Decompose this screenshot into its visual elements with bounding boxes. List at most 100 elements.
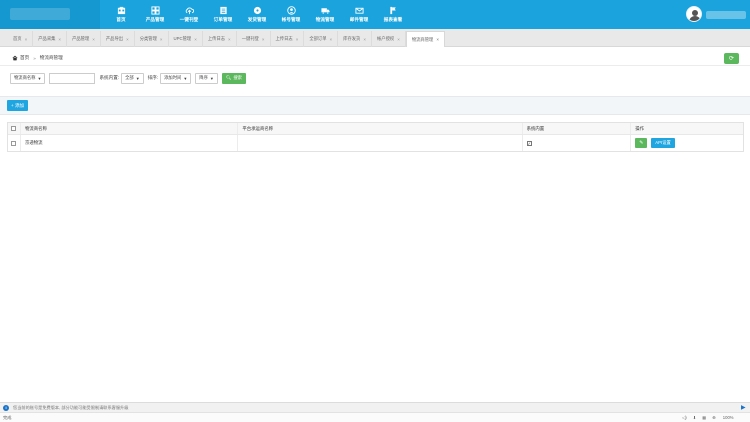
tab-label: UPC管理 [173,36,192,41]
tab-one-click-publish[interactable]: 一键刊登 × [237,31,271,47]
close-icon[interactable]: × [92,37,95,42]
sound-icon[interactable]: ◁) [682,415,687,420]
nav-label: 订单管理 [213,17,233,22]
user-circle-icon [286,6,296,15]
tab-product-collect[interactable]: 产品采集 × [33,31,68,47]
truck-icon [320,8,330,15]
logo [0,0,100,29]
close-icon[interactable]: × [363,37,366,42]
nav-item-mail[interactable]: 邮件管理 [342,0,376,29]
nav-item-products[interactable]: 产品管理 [138,0,172,29]
column-header: 操作 [635,125,645,131]
tab-stock-shipping[interactable]: 库存发货 × [338,31,372,47]
download-icon[interactable]: ⬇ [693,415,697,420]
row-checkbox-cell [8,135,21,151]
builtin-cell: ✓ [523,135,632,151]
tab-upload-log-2[interactable]: 上传日志 × [271,31,305,47]
main-nav: 首页 产品管理 一键刊登 订单管理 发货管理 帐号管理 物流管理 邮件管理 报表… [104,0,410,29]
grid-icon[interactable]: ▦ [702,415,706,420]
close-icon[interactable]: × [262,37,265,42]
nav-item-home[interactable]: 首页 [104,0,138,29]
tab-all-orders[interactable]: 全部订单 × [304,31,339,47]
tab-product-manage[interactable]: 产品管理 × [67,31,101,47]
tab-label: 物流商管理 [411,36,434,42]
carrier-name-cell: 京递物流 [21,135,239,151]
select-all-checkbox[interactable] [11,126,17,131]
user-name[interactable] [706,11,746,19]
tab-bar: 首页 × 产品采集 × 产品管理 × 产品导出 × 分类管理 × UPC管理 × 上传日志 ×… [0,29,750,47]
refresh-icon: ⟳ [728,56,735,62]
tab-home[interactable]: 首页 × [8,31,34,47]
breadcrumb-current: 物流商管理 [39,55,63,60]
tab-label: 首页 [13,36,22,41]
edit-button[interactable]: ✎ [635,138,648,148]
builtin-label: 系统内置: [99,75,120,80]
close-icon[interactable]: × [58,37,61,42]
nav-item-accounts[interactable]: 帐号管理 [274,0,308,29]
report-icon [389,6,396,15]
search-button-label: 搜索 [233,75,242,80]
avatar-body-shape [689,16,701,21]
table-header: 物流商名称 平台承运商名称 系统内置 操作 [8,123,743,135]
tab-upc[interactable]: UPC管理 × [169,31,203,47]
nav-item-publish[interactable]: 一键刊登 [172,0,206,29]
actions-cell: ✎ API设置 [631,135,743,151]
tab-logistics-manage[interactable]: 物流商管理 × [405,31,445,47]
toolbar: + 添加 [0,96,750,115]
tab-label: 分类管理 [139,36,157,41]
chevron-down-icon: ▼ [209,75,214,81]
header-checkbox-cell [8,123,21,134]
tab-upload-log[interactable]: 上传日志 × [203,31,237,47]
home-icon [12,55,18,61]
zoom-indicator[interactable]: ⊕ 100% [712,415,739,420]
mail-icon [354,7,364,14]
breadcrumb-trail: 首页 » 物流商管理 [12,55,63,61]
close-icon[interactable]: × [228,37,231,42]
chevron-down-icon: ▼ [183,75,188,81]
column-header: 系统内置 [523,123,632,134]
tab-label: 库存发货 [343,36,361,41]
nav-label: 报表查看 [383,17,403,22]
tab-product-export[interactable]: 产品导出 × [101,31,135,47]
builtin-select[interactable]: 全部 ▼ [121,72,144,84]
tab-label: 产品管理 [72,36,90,41]
close-icon[interactable]: × [436,37,439,42]
close-icon[interactable]: × [25,37,28,42]
row-checkbox[interactable] [11,140,17,146]
avatar[interactable] [686,6,702,22]
pencil-icon: ✎ [639,140,644,146]
search-input[interactable] [49,72,96,84]
close-icon[interactable]: × [160,37,163,42]
close-icon[interactable]: × [126,37,129,42]
chevron-down-icon: ▼ [135,75,140,81]
close-icon[interactable]: × [296,37,299,42]
close-icon[interactable]: × [194,37,197,42]
api-settings-button[interactable]: API设置 [651,138,675,148]
builtin-checked-icon: ✓ [526,140,532,146]
breadcrumb-home[interactable]: 首页 [20,55,29,61]
nav-label: 首页 [116,17,126,22]
chevron-down-icon: ▼ [37,75,42,81]
tab-account-auth[interactable]: 帐户授权 × [372,31,406,47]
nav-item-shipping[interactable]: 发货管理 [240,0,274,29]
order-select[interactable]: 降序 ▼ [195,72,218,84]
nav-item-orders[interactable]: 订单管理 [206,0,240,29]
nav-label: 帐号管理 [281,17,301,22]
nav-item-logistics[interactable]: 物流管理 [308,0,342,29]
nav-item-reports[interactable]: 报表查看 [376,0,410,29]
search-button[interactable]: 🔍︎ 搜索 [221,72,246,84]
home-icon [117,6,125,15]
order-select-value: 降序 [199,75,208,80]
disc-icon [253,6,261,15]
refresh-button[interactable]: ⟳ [724,53,739,64]
close-icon[interactable]: × [397,37,400,42]
close-icon[interactable]: × [330,37,333,42]
logo-image [10,8,70,20]
add-button[interactable]: + 添加 [7,100,29,111]
tab-category[interactable]: 分类管理 × [135,31,169,47]
nav-label: 产品管理 [145,17,165,22]
play-icon[interactable]: ▶ [741,404,746,411]
notification-bar: i 您当前的账号是免费版本, 部分功能可能受限制请联系客服升级 ▶ [0,402,750,412]
field-select[interactable]: 物流商名称 ▼ [10,72,46,84]
sort-select[interactable]: 添加时间 ▼ [160,72,192,84]
